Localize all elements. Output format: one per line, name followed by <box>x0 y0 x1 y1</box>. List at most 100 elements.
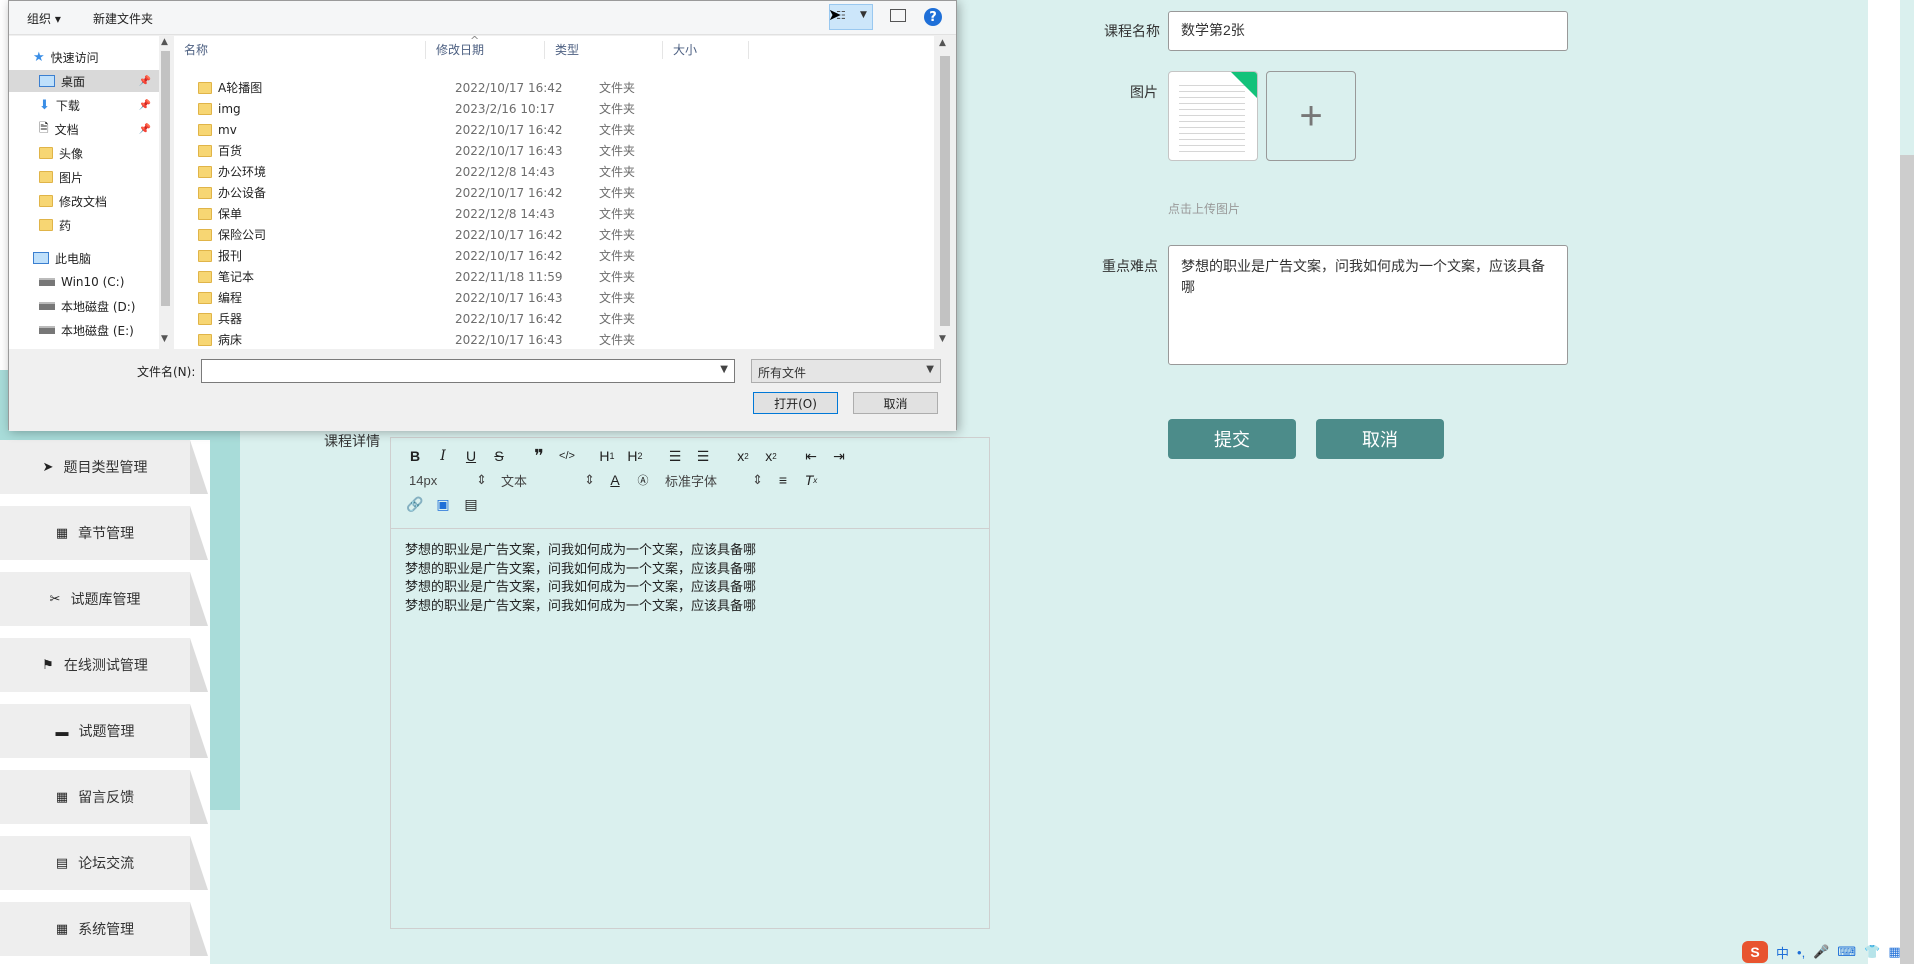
folder-icon <box>198 207 212 220</box>
new-folder-button[interactable]: 新建文件夹 <box>93 10 153 27</box>
link-icon[interactable]: 🔗 <box>401 493 429 515</box>
file-row[interactable]: 办公环境 2022/12/8 14:43 文件夹 <box>174 161 934 182</box>
file-row[interactable]: 保单 2022/12/8 14:43 文件夹 <box>174 203 934 224</box>
nav-scrollbar[interactable]: ▲ ▼ <box>159 36 172 349</box>
updown-icon: ⇕ <box>476 472 487 487</box>
nav-item[interactable]: Win10 (C:) <box>9 271 159 293</box>
dialog-cancel-button[interactable]: 取消 <box>853 392 938 414</box>
file-list-scrollbar[interactable]: ▲ ▼ <box>934 36 956 349</box>
file-date: 2022/10/17 16:42 <box>455 248 563 263</box>
sidebar-item[interactable]: ▤ 论坛交流 <box>0 836 208 890</box>
upload-image-button[interactable]: + <box>1266 71 1356 161</box>
ime-mode-icon[interactable]: 中 <box>1776 943 1789 962</box>
open-button[interactable]: 打开(O) <box>753 392 838 414</box>
send-icon: ➤ <box>42 459 54 474</box>
file-row[interactable]: 病床 2022/10/17 16:43 文件夹 <box>174 329 934 349</box>
file-row[interactable]: mv 2022/10/17 16:42 文件夹 <box>174 119 934 140</box>
file-row[interactable]: 笔记本 2022/11/18 11:59 文件夹 <box>174 266 934 287</box>
sidebar-item[interactable]: ▦ 留言反馈 <box>0 770 208 824</box>
punctuation-icon[interactable]: •, <box>1797 945 1805 960</box>
outdent-icon[interactable]: ⇤ <box>797 445 825 467</box>
nav-item[interactable]: 此电脑 <box>9 247 159 269</box>
align-icon[interactable]: ≡ <box>769 469 797 491</box>
scroll-down-icon[interactable]: ▼ <box>161 334 168 344</box>
nav-item[interactable]: 本地磁盘 (D:) <box>9 295 159 317</box>
blockquote-icon[interactable]: ❞ <box>525 445 553 467</box>
skin-icon[interactable]: 👕 <box>1864 944 1880 960</box>
preview-pane-icon[interactable] <box>890 9 906 22</box>
sidebar-item[interactable]: ✂ 试题库管理 <box>0 572 208 626</box>
file-type-filter[interactable]: 所有文件 ▼ <box>751 359 941 383</box>
clear-format-icon[interactable]: Tx <box>797 469 825 491</box>
file-row[interactable]: 编程 2022/10/17 16:43 文件夹 <box>174 287 934 308</box>
sidebar-item[interactable]: ▬ 试题管理 <box>0 704 208 758</box>
column-name[interactable]: 名称 <box>174 41 426 59</box>
superscript-icon[interactable]: x2 <box>757 445 785 467</box>
background-color-icon[interactable]: Ⓐ <box>629 469 657 491</box>
apps-icon[interactable]: ▦ <box>1888 944 1900 960</box>
font-family-select[interactable]: 标准字体 ⇕ <box>657 469 769 491</box>
nav-item[interactable]: 图片 <box>9 166 159 188</box>
nav-item[interactable]: 桌面 📌 <box>9 70 159 92</box>
nav-item[interactable]: 药 <box>9 214 159 236</box>
file-row[interactable]: 兵器 2022/10/17 16:42 文件夹 <box>174 308 934 329</box>
h1-icon[interactable]: H1 <box>593 445 621 467</box>
nav-item-label: 本地磁盘 (D:) <box>61 299 136 314</box>
course-name-input[interactable]: 数学第2张 <box>1168 11 1568 51</box>
sidebar-item-label: 试题库管理 <box>70 591 141 607</box>
file-row[interactable]: 百货 2022/10/17 16:43 文件夹 <box>174 140 934 161</box>
sidebar-item[interactable]: ▦ 系统管理 <box>0 902 208 956</box>
column-size[interactable]: 大小 <box>663 41 749 59</box>
file-row[interactable]: img 2023/2/16 10:17 文件夹 <box>174 98 934 119</box>
h2-icon[interactable]: H2 <box>621 445 649 467</box>
font-color-icon[interactable]: A <box>601 469 629 491</box>
file-row[interactable]: 报刊 2022/10/17 16:42 文件夹 <box>174 245 934 266</box>
code-icon[interactable]: </> <box>553 445 581 467</box>
nav-item[interactable]: 本地磁盘 (E:) <box>9 319 159 341</box>
keyboard-icon[interactable]: ⌨ <box>1837 944 1856 960</box>
nav-item[interactable]: 修改文档 <box>9 190 159 212</box>
page-scrollbar[interactable] <box>1900 155 1914 964</box>
block-type-select[interactable]: 文本 ⇕ <box>493 469 601 491</box>
subscript-icon[interactable]: x2 <box>729 445 757 467</box>
organize-button[interactable]: 组织 ▾ <box>27 10 61 27</box>
image-icon[interactable]: ▣ <box>429 493 457 515</box>
font-size-select[interactable]: 14px ⇕ <box>401 469 493 491</box>
uploaded-image-thumb[interactable] <box>1168 71 1258 161</box>
help-icon[interactable]: ? <box>924 8 942 26</box>
chevron-down-icon[interactable]: ▼ <box>720 364 728 375</box>
strikethrough-icon[interactable]: S <box>485 445 513 467</box>
filename-input[interactable]: ▼ <box>201 359 735 383</box>
nav-item[interactable]: ⬇ 下载 📌 <box>9 94 159 116</box>
sidebar-item[interactable]: ➤ 题目类型管理 <box>0 440 208 494</box>
scroll-up-icon[interactable]: ▲ <box>939 38 946 48</box>
file-row[interactable]: A轮播图 2022/10/17 16:42 文件夹 <box>174 77 934 98</box>
underline-icon[interactable]: U <box>457 445 485 467</box>
sogou-ime-icon[interactable]: S <box>1742 941 1768 963</box>
scroll-down-icon[interactable]: ▼ <box>939 334 946 344</box>
nav-item-label: 此电脑 <box>55 251 92 266</box>
video-icon[interactable]: ▤ <box>457 493 485 515</box>
ordered-list-icon[interactable]: ☰ <box>661 445 689 467</box>
file-row[interactable]: 保险公司 2022/10/17 16:42 文件夹 <box>174 224 934 245</box>
cancel-button[interactable]: 取消 <box>1316 419 1444 459</box>
editor-content[interactable]: 梦想的职业是广告文案，问我如何成为一个文案，应该具备哪 梦想的职业是广告文案，问… <box>391 529 989 627</box>
bullet-list-icon[interactable]: ☰ <box>689 445 717 467</box>
nav-item[interactable]: 🗎 文档 📌 <box>9 118 159 140</box>
sidebar-item[interactable]: ▦ 章节管理 <box>0 506 208 560</box>
sidebar-item[interactable]: ⚑ 在线测试管理 <box>0 638 208 692</box>
difficulty-textarea[interactable]: 梦想的职业是广告文案，问我如何成为一个文案，应该具备哪 <box>1168 245 1568 365</box>
scroll-up-icon[interactable]: ▲ <box>161 37 168 47</box>
column-type[interactable]: 类型 <box>545 41 663 59</box>
nav-item[interactable]: ★ 快速访问 <box>9 46 159 68</box>
folder-icon <box>39 147 53 159</box>
nav-item-label: 桌面 <box>61 74 86 89</box>
italic-icon[interactable]: I <box>429 445 457 467</box>
submit-button[interactable]: 提交 <box>1168 419 1296 459</box>
column-date[interactable]: 修改日期 <box>426 41 545 59</box>
microphone-icon[interactable]: 🎤 <box>1813 944 1829 960</box>
nav-item[interactable]: 头像 <box>9 142 159 164</box>
indent-icon[interactable]: ⇥ <box>825 445 853 467</box>
file-row[interactable]: 办公设备 2022/10/17 16:42 文件夹 <box>174 182 934 203</box>
bold-icon[interactable]: B <box>401 445 429 467</box>
